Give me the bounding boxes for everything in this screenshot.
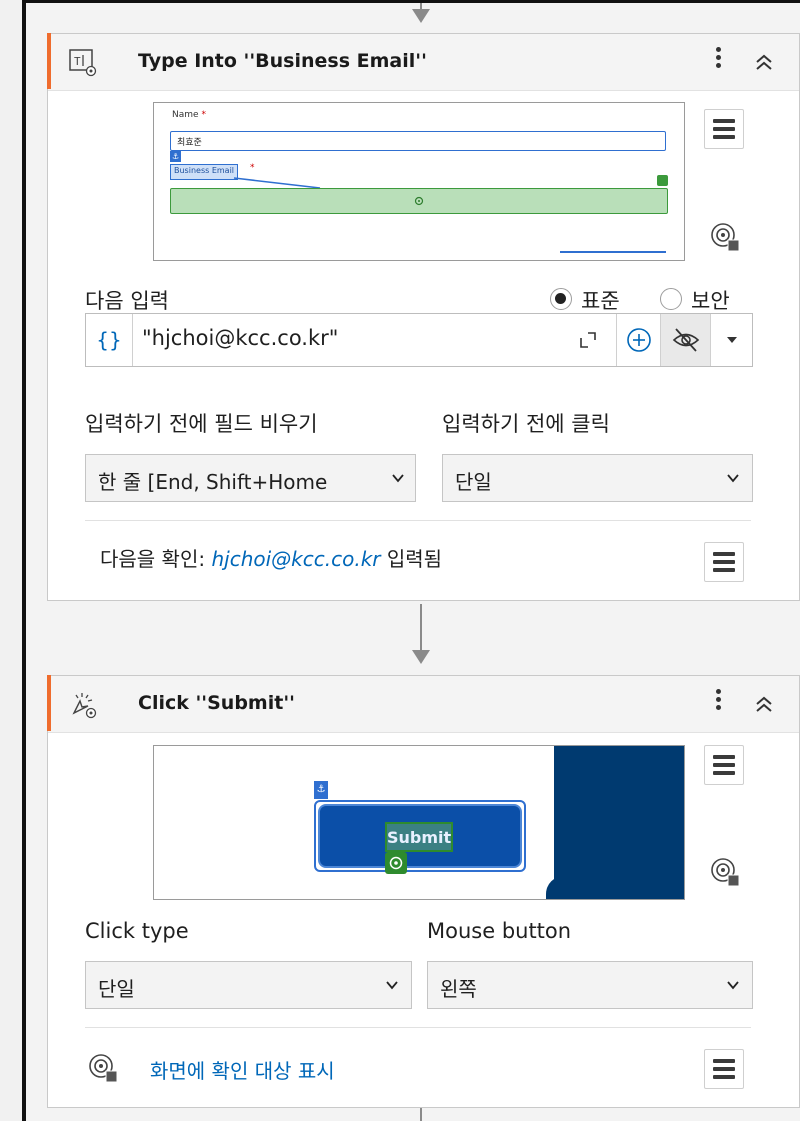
anchor-icon: ⚓ <box>314 781 328 799</box>
indicate-target-icon[interactable] <box>708 855 742 889</box>
radio-secure-label: 보안 <box>691 289 730 313</box>
variable-brace-icon[interactable]: {} <box>86 314 133 366</box>
chevron-down-icon <box>727 981 739 990</box>
preview-menu-button[interactable] <box>704 109 744 149</box>
type-into-icon: T <box>69 49 97 77</box>
click-type-value: 단일 <box>98 977 135 1001</box>
value-dropdown-button[interactable] <box>710 314 752 366</box>
type-into-activity-card[interactable]: T Type Into ''Business Email'' Name * 최효… <box>47 33 800 601</box>
target-crosshair-icon <box>389 856 403 870</box>
more-options-button[interactable] <box>710 44 726 80</box>
connector-line <box>420 1108 422 1121</box>
preview-navy-panel <box>554 746 684 899</box>
validation-menu-button[interactable] <box>704 1049 744 1089</box>
click-icon <box>72 693 97 719</box>
activity-accent-bar <box>47 675 51 731</box>
target-badge-icon <box>657 175 668 186</box>
radio-standard-label: 표준 <box>581 289 620 313</box>
add-plus-button[interactable] <box>616 314 660 366</box>
target-crosshair-icon <box>414 196 424 206</box>
window-left-edge <box>0 0 26 1121</box>
show-target-link[interactable]: 화면에 확인 대상 표시 <box>150 1055 335 1084</box>
connector-arrow <box>412 9 430 23</box>
section-divider <box>85 520 751 521</box>
mouse-button-value: 왼쪽 <box>440 977 477 1001</box>
input-mode-label: 다음 입력 <box>85 289 169 313</box>
svg-text:T: T <box>74 55 81 68</box>
eye-slash-icon <box>672 328 700 352</box>
mouse-button-select[interactable]: 왼쪽 <box>427 961 753 1009</box>
click-activity-card[interactable]: Click ''Submit'' ⚓ Submit Click type Mou… <box>47 675 800 1108</box>
click-before-select[interactable]: 단일 <box>442 454 753 502</box>
radio-standard[interactable] <box>550 288 572 310</box>
verify-prefix: 다음을 확인: <box>100 547 206 571</box>
preview-partial-button <box>560 251 666 253</box>
click-before-value: 단일 <box>455 470 492 494</box>
preview-target-field <box>170 188 668 214</box>
activity-accent-bar <box>47 33 51 89</box>
empty-field-value: 한 줄 [End, Shift+Home <box>98 470 328 494</box>
activity-header[interactable]: T Type Into ''Business Email'' <box>48 34 799 91</box>
chevron-down-icon <box>386 981 398 990</box>
plus-circle-icon <box>627 328 651 352</box>
verify-text: 다음을 확인: hjchoi@kcc.co.kr 입력됨 <box>100 543 442 572</box>
collapse-icon[interactable] <box>750 48 778 76</box>
preview-navy-curve <box>546 876 566 899</box>
text-input-field[interactable]: {} "hjchoi@kcc.co.kr" <box>85 313 753 367</box>
indicate-target-icon[interactable] <box>708 220 742 254</box>
empty-field-label: 입력하기 전에 필드 비우기 <box>85 412 318 436</box>
empty-field-select[interactable]: 한 줄 [End, Shift+Home <box>85 454 416 502</box>
hide-value-button[interactable] <box>660 314 710 366</box>
target-preview[interactable]: Name * 최효준 ⚓ Business Email * <box>153 102 685 261</box>
connector-arrow <box>412 650 430 664</box>
mouse-button-label: Mouse button <box>427 919 572 943</box>
click-type-select[interactable]: 단일 <box>85 961 412 1009</box>
show-target-icon[interactable] <box>86 1051 120 1085</box>
radio-secure[interactable] <box>660 288 682 310</box>
verify-menu-button[interactable] <box>704 542 744 582</box>
chevron-down-icon <box>727 474 739 483</box>
connector-line <box>420 604 422 652</box>
target-badge-icon <box>385 852 407 874</box>
verify-value[interactable]: hjchoi@kcc.co.kr <box>211 547 380 571</box>
section-divider <box>85 1027 751 1028</box>
text-input-value[interactable]: "hjchoi@kcc.co.kr" <box>142 326 338 350</box>
preview-menu-button[interactable] <box>704 745 744 785</box>
activity-header[interactable]: Click ''Submit'' <box>48 676 799 733</box>
activity-title: Type Into ''Business Email'' <box>138 50 427 72</box>
preview-submit-text: Submit <box>387 828 452 847</box>
collapse-icon[interactable] <box>750 690 778 718</box>
target-preview[interactable]: ⚓ Submit <box>153 745 685 900</box>
click-before-label: 입력하기 전에 클릭 <box>442 412 610 436</box>
click-type-label: Click type <box>85 919 189 943</box>
caret-down-icon <box>727 337 737 343</box>
expand-editor-icon[interactable] <box>576 328 600 352</box>
verify-suffix: 입력됨 <box>386 547 443 571</box>
activity-title: Click ''Submit'' <box>138 692 295 714</box>
chevron-down-icon <box>392 474 404 483</box>
more-options-button[interactable] <box>710 686 726 722</box>
anchor-connector-line <box>233 177 321 189</box>
